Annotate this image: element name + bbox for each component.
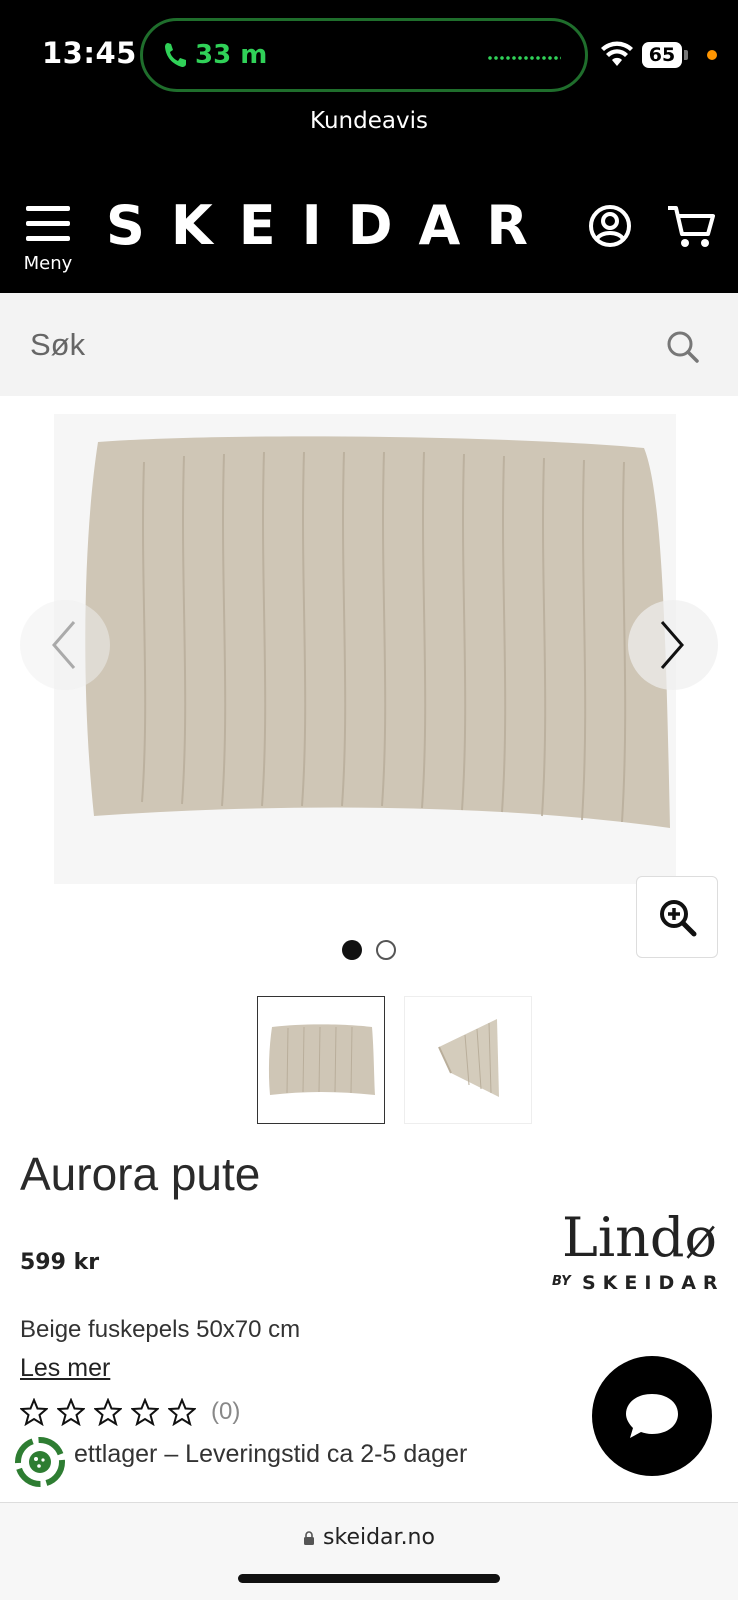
gallery-next-button[interactable] <box>628 600 718 690</box>
star-icon <box>57 1398 85 1426</box>
gallery-prev-button[interactable] <box>20 600 110 690</box>
stock-status: ettlager – Leveringstid ca 2-5 dager <box>74 1440 468 1468</box>
call-pill[interactable]: 33 m <box>140 18 588 92</box>
brand-company: SKEIDAR <box>582 1272 725 1294</box>
menu-label[interactable]: Meny <box>16 253 80 274</box>
audio-wave-icon <box>487 55 561 61</box>
brand-name: Lindø <box>562 1206 717 1269</box>
rating-count: (0) <box>211 1398 241 1425</box>
thumbnail-1[interactable] <box>257 996 385 1124</box>
status-time: 13:45 <box>42 36 137 70</box>
gallery-dot-2[interactable] <box>376 940 396 960</box>
browser-bar: skeidar.no <box>0 1502 738 1600</box>
gallery-dot-1[interactable] <box>342 940 362 960</box>
phone-icon <box>165 43 186 67</box>
product-image[interactable] <box>84 432 670 836</box>
wifi-icon <box>601 41 633 66</box>
account-icon[interactable] <box>588 204 632 248</box>
star-icon <box>168 1398 196 1426</box>
brand-by: BY <box>552 1274 571 1289</box>
chat-bubble-icon <box>626 1394 678 1438</box>
rating-stars[interactable]: (0) <box>20 1396 240 1428</box>
cart-icon[interactable] <box>666 204 716 250</box>
kundeavis-link[interactable]: Kundeavis <box>0 108 738 134</box>
cookie-consent-icon[interactable] <box>14 1436 66 1488</box>
skeidar-logo[interactable]: SKEIDAR <box>106 194 554 257</box>
read-more-link[interactable]: Les mer <box>20 1354 110 1383</box>
thumbnail-2[interactable] <box>404 996 532 1124</box>
product-price: 599 kr <box>20 1250 100 1275</box>
chat-button[interactable] <box>592 1356 712 1476</box>
product-title: Aurora pute <box>20 1148 261 1200</box>
search-bar <box>0 293 738 396</box>
star-icon <box>94 1398 122 1426</box>
battery-level: 65 <box>642 42 682 68</box>
chevron-left-icon <box>52 621 76 669</box>
chevron-right-icon <box>660 621 684 669</box>
url-text: skeidar.no <box>323 1525 435 1550</box>
battery-tip <box>684 50 688 60</box>
search-icon[interactable] <box>666 330 700 364</box>
top-header: 13:45 33 m 65 Kundeavis Meny SKEIDAR <box>0 0 738 293</box>
call-duration: 33 m <box>195 40 268 70</box>
home-indicator[interactable] <box>238 1574 500 1583</box>
star-icon <box>131 1398 159 1426</box>
address-bar[interactable]: skeidar.no <box>0 1525 738 1550</box>
product-description: Beige fuskepels 50x70 cm <box>20 1316 301 1343</box>
thumbnail-image-front <box>268 1024 375 1095</box>
zoom-button[interactable] <box>636 876 718 958</box>
star-icon <box>20 1398 48 1426</box>
zoom-in-icon <box>660 900 697 937</box>
lock-icon <box>304 1531 315 1545</box>
search-input[interactable] <box>30 319 630 371</box>
privacy-indicator <box>707 50 717 60</box>
thumbnail-image-corner <box>438 1019 499 1097</box>
brand-logo[interactable]: Lindø BY SKEIDAR <box>544 1206 724 1296</box>
menu-icon[interactable] <box>26 206 70 246</box>
